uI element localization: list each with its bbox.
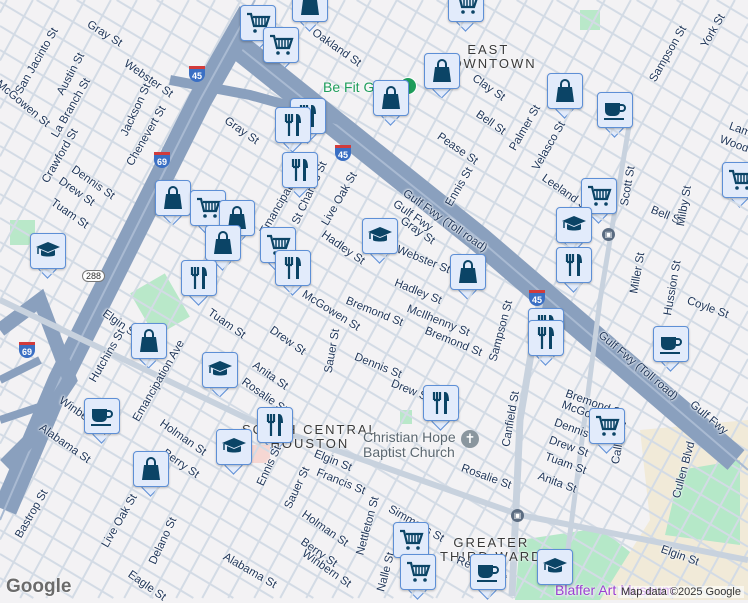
coffee-marker[interactable] <box>84 398 120 434</box>
i45-shield-icon: 45 <box>335 145 351 161</box>
shopping-bag-icon <box>142 457 160 480</box>
transit-station-icon[interactable]: ▣ <box>511 509 524 522</box>
i45-shield-icon: 45 <box>529 290 545 306</box>
bag-marker[interactable] <box>133 451 169 487</box>
shopping-bag-icon <box>301 0 319 15</box>
fork-knife-icon <box>284 257 301 279</box>
bag-marker[interactable] <box>131 323 167 359</box>
shopping-bag-icon <box>556 79 574 102</box>
street-line <box>0 0 86 157</box>
fork-knife-icon <box>284 114 301 136</box>
shopping-bag-icon <box>164 186 182 209</box>
coffee-cup-icon <box>660 337 682 354</box>
fork-knife-icon <box>537 327 554 349</box>
grad-marker[interactable] <box>556 207 592 243</box>
shopping-bag-icon <box>214 231 232 254</box>
restaurant-marker[interactable] <box>423 385 459 421</box>
restaurant-marker[interactable] <box>282 152 318 188</box>
coffee-marker[interactable] <box>597 92 633 128</box>
street-line <box>596 0 748 92</box>
cart-marker[interactable] <box>263 27 299 63</box>
cart-marker[interactable] <box>448 0 484 22</box>
fork-knife-icon <box>266 414 283 436</box>
grad-marker[interactable] <box>30 233 66 269</box>
coffee-cup-icon <box>91 409 113 426</box>
shopping-cart-icon <box>729 169 748 190</box>
fork-knife-icon <box>565 254 582 276</box>
graduation-cap-icon <box>368 227 392 242</box>
map-attribution[interactable]: Map data ©2025 Google <box>617 586 744 598</box>
i69-shield-icon: 69 <box>154 152 170 168</box>
restaurant-marker[interactable] <box>257 407 293 443</box>
restaurant-marker[interactable] <box>275 250 311 286</box>
cart-marker[interactable] <box>722 162 748 198</box>
grad-marker[interactable] <box>537 549 573 585</box>
google-logo[interactable]: Google <box>6 576 71 598</box>
shopping-cart-icon <box>400 529 424 550</box>
fork-knife-icon <box>432 392 449 414</box>
shopping-cart-icon <box>197 197 221 218</box>
sr288-shield-icon: 288 <box>82 270 106 282</box>
bag-marker[interactable] <box>155 180 191 216</box>
shopping-bag-icon <box>382 86 400 109</box>
street-line <box>0 0 34 62</box>
coffee-marker[interactable] <box>653 326 689 362</box>
graduation-cap-icon <box>543 558 567 573</box>
grad-marker[interactable] <box>202 352 238 388</box>
shopping-cart-icon <box>588 185 612 206</box>
i69-shield-icon: 69 <box>19 342 35 358</box>
street-line <box>0 0 164 301</box>
shopping-cart-icon <box>407 561 431 582</box>
bag-marker[interactable] <box>292 0 328 22</box>
graduation-cap-icon <box>208 361 232 376</box>
bag-marker[interactable] <box>205 225 241 261</box>
bag-marker[interactable] <box>450 254 486 290</box>
transit-station-icon[interactable]: ▣ <box>602 228 615 241</box>
shopping-bag-icon <box>433 59 451 82</box>
bag-marker[interactable] <box>373 80 409 116</box>
fork-knife-icon <box>190 267 207 289</box>
restaurant-marker[interactable] <box>275 107 311 143</box>
shopping-bag-icon <box>459 260 477 283</box>
bag-marker[interactable] <box>424 53 460 89</box>
shopping-cart-icon <box>596 415 620 436</box>
grad-marker[interactable] <box>216 429 252 465</box>
fork-knife-icon <box>291 159 308 181</box>
graduation-cap-icon <box>222 438 246 453</box>
shopping-cart-icon <box>270 34 294 55</box>
coffee-marker[interactable] <box>470 554 506 590</box>
graduation-cap-icon <box>36 242 60 257</box>
restaurant-marker[interactable] <box>556 247 592 283</box>
i45-shield-icon: 45 <box>189 66 205 82</box>
bag-marker[interactable] <box>547 73 583 109</box>
street-line <box>676 0 748 44</box>
shopping-cart-icon <box>459 0 478 14</box>
restaurant-marker[interactable] <box>528 320 564 356</box>
coffee-cup-icon <box>477 565 499 582</box>
cart-marker[interactable] <box>400 554 436 590</box>
grad-marker[interactable] <box>362 218 398 254</box>
graduation-cap-icon <box>562 216 586 231</box>
cart-marker[interactable] <box>393 522 429 558</box>
church-cross-icon: ✝ <box>461 430 479 448</box>
shopping-bag-icon <box>140 329 158 352</box>
poi-christian-hope-baptist-church[interactable]: Christian Hope Baptist Church <box>363 430 456 460</box>
cart-marker[interactable] <box>589 408 625 444</box>
coffee-cup-icon <box>604 103 626 120</box>
restaurant-marker[interactable] <box>181 260 217 296</box>
